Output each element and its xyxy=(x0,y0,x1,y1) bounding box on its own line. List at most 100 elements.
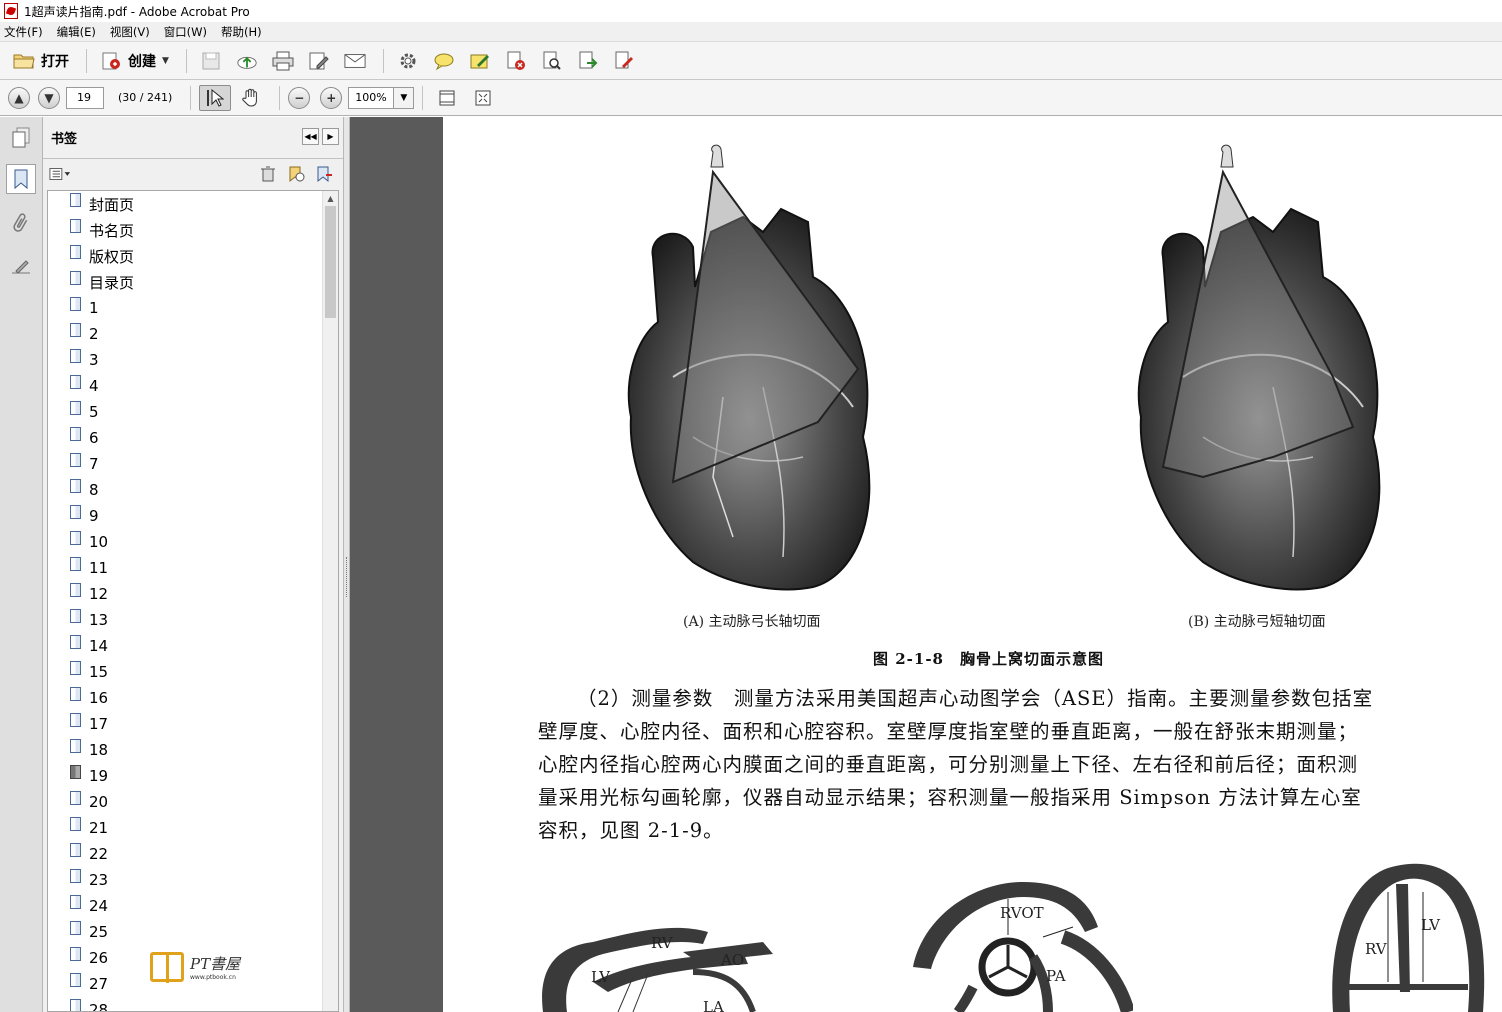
page-thumbnails-button[interactable] xyxy=(6,123,36,153)
zoom-out-button[interactable]: − xyxy=(288,86,311,109)
bookmark-scrollbar[interactable]: ▲ xyxy=(322,191,338,1011)
menu-edit[interactable]: 编辑(E) xyxy=(57,24,96,40)
watermark-url: www.ptbook.cn xyxy=(190,974,236,981)
bookmark-item[interactable]: 13 xyxy=(48,607,324,633)
full-screen-button[interactable] xyxy=(467,85,499,111)
pdf-file-icon xyxy=(4,3,18,19)
menu-help[interactable]: 帮助(H) xyxy=(221,24,262,40)
collapse-panel-button[interactable]: ◀◀ xyxy=(302,128,319,145)
bookmark-item[interactable]: 21 xyxy=(48,815,324,841)
page-number-input[interactable]: 19 xyxy=(66,86,104,109)
bookmark-item[interactable]: 封面页 xyxy=(48,191,324,217)
review-button[interactable] xyxy=(536,48,568,74)
cursor-arrow-icon xyxy=(204,88,226,108)
edit-button[interactable] xyxy=(303,48,335,74)
bookmark-label: 5 xyxy=(89,403,99,421)
menu-file[interactable]: 文件(F) xyxy=(4,24,43,40)
bookmark-icon xyxy=(70,531,81,545)
bookmark-icon xyxy=(70,947,81,961)
bookmark-item[interactable]: 14 xyxy=(48,633,324,659)
bookmark-item[interactable]: 18 xyxy=(48,737,324,763)
expand-bookmark-icon[interactable] xyxy=(313,164,335,184)
bookmark-item[interactable]: 10 xyxy=(48,529,324,555)
export-button[interactable] xyxy=(572,48,604,74)
bookmark-label: 20 xyxy=(89,793,109,811)
sign-button[interactable] xyxy=(464,48,496,74)
bookmark-item[interactable]: 6 xyxy=(48,425,324,451)
bookmark-item[interactable]: 16 xyxy=(48,685,324,711)
bookmark-item[interactable]: 目录页 xyxy=(48,269,324,295)
bookmark-icon xyxy=(70,609,81,623)
fit-width-button[interactable] xyxy=(431,85,463,111)
bookmark-item[interactable]: 24 xyxy=(48,893,324,919)
bookmark-label: 27 xyxy=(89,975,109,993)
options-menu-icon[interactable] xyxy=(49,164,71,184)
zoom-in-button[interactable]: + xyxy=(320,86,343,109)
open-button-label: 打开 xyxy=(41,53,69,70)
scroll-up-icon[interactable]: ▲ xyxy=(323,191,338,205)
bookmark-label: 目录页 xyxy=(89,273,135,292)
bookmark-item[interactable]: 版权页 xyxy=(48,243,324,269)
bookmark-item[interactable]: 9 xyxy=(48,503,324,529)
email-button[interactable] xyxy=(339,48,371,74)
bookmark-icon xyxy=(70,219,81,233)
bookmark-icon xyxy=(70,245,81,259)
select-tool-button[interactable] xyxy=(199,84,232,111)
cloud-upload-icon xyxy=(236,51,258,71)
create-button[interactable]: 创建 ▼ xyxy=(95,48,174,74)
bookmark-item[interactable]: 5 xyxy=(48,399,324,425)
diagram-label: AO xyxy=(720,951,744,969)
open-button[interactable]: 打开 xyxy=(8,48,74,74)
print-button[interactable] xyxy=(267,48,299,74)
bookmark-item[interactable]: 11 xyxy=(48,555,324,581)
chevron-down-icon[interactable]: ▼ xyxy=(394,86,415,109)
previous-page-button[interactable]: ▲ xyxy=(8,86,30,109)
document-view[interactable]: (A) 主动脉弓长轴切面 (B) 主动脉弓短轴切面 图 2-1-8 胸骨上窝切面… xyxy=(350,117,1502,1012)
new-bookmark-icon[interactable] xyxy=(285,164,307,184)
bookmarks-button[interactable] xyxy=(6,164,36,194)
bookmark-item[interactable]: 22 xyxy=(48,841,324,867)
bookmark-item[interactable]: 4 xyxy=(48,373,324,399)
bookmark-item[interactable]: 7 xyxy=(48,451,324,477)
secure-button[interactable] xyxy=(500,48,532,74)
hand-tool-button[interactable] xyxy=(235,85,267,111)
panel-tool-buttons xyxy=(251,164,335,184)
bookmark-item[interactable]: 17 xyxy=(48,711,324,737)
bookmark-item[interactable]: 19 xyxy=(48,763,324,789)
bookmark-item[interactable]: 8 xyxy=(48,477,324,503)
panel-options-button[interactable]: ▶ xyxy=(322,128,339,145)
bookmark-item[interactable]: 12 xyxy=(48,581,324,607)
upload-button[interactable] xyxy=(231,48,263,74)
save-button[interactable] xyxy=(195,48,227,74)
bookmark-item[interactable]: 1 xyxy=(48,295,324,321)
bookmark-item[interactable]: 25 xyxy=(48,919,324,945)
watermark-logo: PT書屋 www.ptbook.cn xyxy=(150,952,240,983)
bookmark-item[interactable]: 23 xyxy=(48,867,324,893)
folder-icon xyxy=(13,51,35,71)
menu-view[interactable]: 视图(V) xyxy=(110,24,150,40)
diagram-long-axis: RV LV AO LA xyxy=(542,927,773,1012)
bookmark-item[interactable]: 15 xyxy=(48,659,324,685)
attachments-button[interactable] xyxy=(6,209,36,239)
bookmark-item[interactable]: 20 xyxy=(48,789,324,815)
signatures-button[interactable] xyxy=(6,252,36,282)
splitter-grip[interactable] xyxy=(346,557,348,597)
bookmark-item[interactable]: 2 xyxy=(48,321,324,347)
bookmark-label: 书名页 xyxy=(89,221,135,240)
search-document-icon xyxy=(541,51,563,71)
bookmark-item[interactable]: 3 xyxy=(48,347,324,373)
settings-button[interactable] xyxy=(392,48,424,74)
secure-document-icon xyxy=(505,51,527,71)
window-titlebar: 1超声读片指南.pdf - Adobe Acrobat Pro xyxy=(0,0,1502,22)
zoom-select[interactable]: 100% ▼ xyxy=(348,86,415,109)
bookmark-item[interactable]: 书名页 xyxy=(48,217,324,243)
trash-icon[interactable] xyxy=(257,164,279,184)
scroll-thumb[interactable] xyxy=(325,206,336,318)
menu-window[interactable]: 窗口(W) xyxy=(164,24,207,40)
zoom-level-input[interactable]: 100% xyxy=(348,86,395,109)
form-button[interactable] xyxy=(608,48,640,74)
bookmark-item[interactable]: 28 xyxy=(48,997,324,1011)
panel-splitter[interactable] xyxy=(343,117,350,1012)
next-page-button[interactable]: ▼ xyxy=(38,86,60,109)
comment-button[interactable] xyxy=(428,48,460,74)
